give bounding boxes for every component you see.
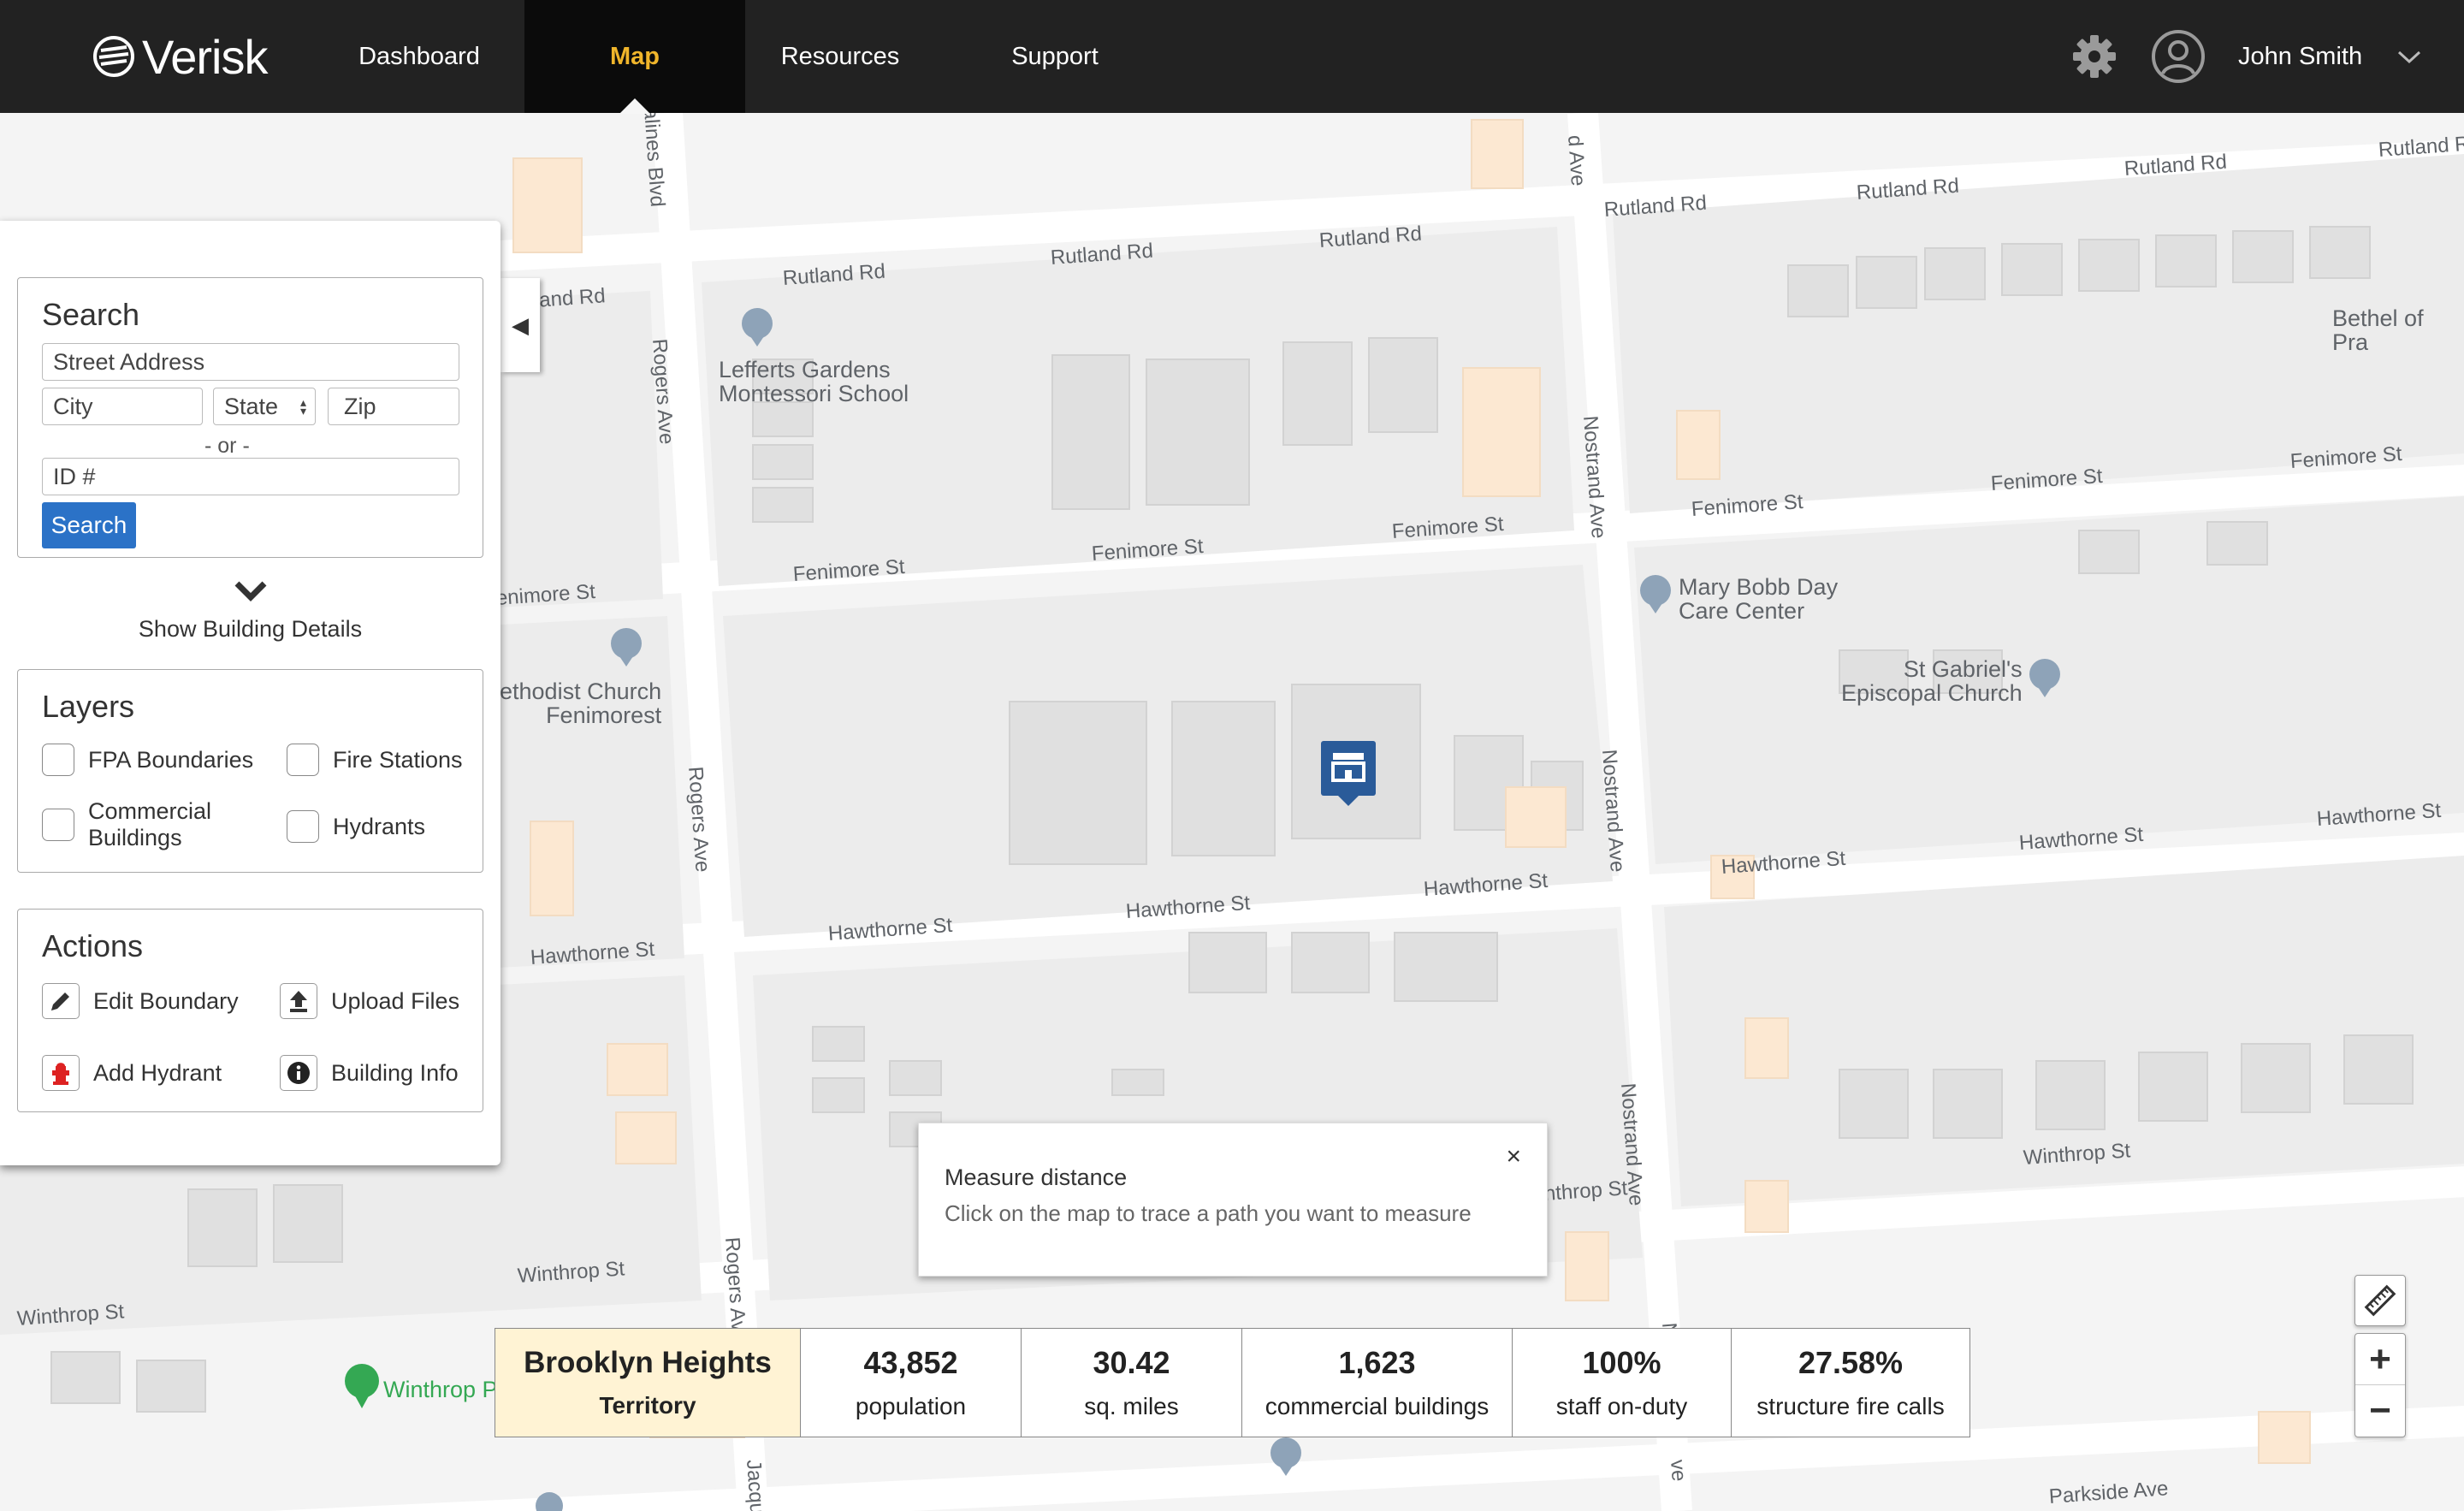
measure-tooltip: Measure distance Click on the map to tra… xyxy=(918,1123,1548,1277)
zip-input[interactable]: Zip xyxy=(328,388,459,425)
action-label: Add Hydrant xyxy=(93,1059,222,1086)
pencil-icon xyxy=(42,983,80,1019)
layer-label: FPA Boundaries xyxy=(88,746,254,773)
info-icon xyxy=(280,1055,317,1091)
brand-name: Verisk xyxy=(142,29,268,84)
triangle-left-icon: ◀ xyxy=(512,311,529,338)
territory-stats-bar: Brooklyn Heights Territory 43,852 popula… xyxy=(495,1328,1970,1437)
hydrant-icon xyxy=(42,1055,80,1091)
ruler-icon xyxy=(2364,1284,2396,1317)
verisk-logo-icon xyxy=(93,36,134,77)
user-circle-icon xyxy=(2152,30,2205,83)
layer-label: Fire Stations xyxy=(333,746,463,773)
layers-box: Layers FPA Boundaries Fire Stations Comm… xyxy=(17,669,483,873)
poi-label: Bethel of Pra xyxy=(2332,305,2424,355)
upload-files-button[interactable]: Upload Files xyxy=(280,983,459,1019)
street-label: Jacque xyxy=(742,1459,770,1511)
actions-box: Actions Edit Boundary Upload Files Add H… xyxy=(17,909,483,1112)
stat-label: staff on-duty xyxy=(1555,1393,1688,1419)
layer-label: Hydrants xyxy=(333,813,426,839)
stat-label: population xyxy=(855,1393,967,1419)
layer-commercial-buildings[interactable]: Commercial Buildings xyxy=(42,798,234,851)
user-name: John Smith xyxy=(2238,42,2363,70)
search-button[interactable]: Search xyxy=(42,502,136,548)
stat-value: 43,852 xyxy=(863,1345,958,1380)
tooltip-title: Measure distance xyxy=(945,1164,1128,1190)
poi-label: Winthrop P xyxy=(383,1377,498,1402)
layer-label: Commercial Buildings xyxy=(88,798,212,850)
user-avatar[interactable] xyxy=(2151,0,2206,113)
stat-population: 43,852 population xyxy=(800,1329,1021,1437)
building-info-button[interactable]: Building Info xyxy=(280,1055,459,1091)
select-arrows-icon: ▴ ▾ xyxy=(299,395,306,418)
nav-map[interactable]: Map xyxy=(524,0,745,114)
collapse-panel-button[interactable]: ◀ xyxy=(500,278,540,372)
territory-cell[interactable]: Brooklyn Heights Territory xyxy=(495,1329,800,1437)
layer-fire-stations[interactable]: Fire Stations xyxy=(287,744,463,776)
zoom-out-button[interactable]: − xyxy=(2355,1385,2405,1437)
gear-icon xyxy=(2073,35,2116,78)
edit-boundary-button[interactable]: Edit Boundary xyxy=(42,983,239,1019)
action-label: Upload Files xyxy=(331,987,460,1014)
nav-dashboard[interactable]: Dashboard xyxy=(341,0,498,113)
territory-label: Territory xyxy=(599,1392,696,1419)
stat-label: sq. miles xyxy=(1084,1393,1179,1419)
upload-icon xyxy=(280,983,317,1019)
street-label: land Rd xyxy=(534,284,607,312)
poi-label: Mary Bobb Day Care Center xyxy=(1679,574,1839,624)
stat-structure-fire-calls: 27.58% structure fire calls xyxy=(1731,1329,1969,1437)
show-building-details-label: Show Building Details xyxy=(138,616,363,642)
street-label: d Ave xyxy=(1563,134,1590,187)
stat-area: 30.42 sq. miles xyxy=(1021,1329,1241,1437)
territory-name: Brooklyn Heights xyxy=(524,1346,772,1379)
street-address-input[interactable]: Street Address xyxy=(42,343,459,381)
measure-distance-button[interactable] xyxy=(2354,1275,2406,1326)
action-label: Building Info xyxy=(331,1059,459,1086)
street-label: ve xyxy=(1666,1459,1691,1483)
layers-title: Layers xyxy=(42,689,135,724)
close-icon[interactable]: × xyxy=(1506,1142,1521,1171)
zoom-controls: + − xyxy=(2354,1333,2406,1437)
search-box: Search Street Address City State ▴ ▾ Zip … xyxy=(17,277,483,558)
chevron-down-icon xyxy=(2398,50,2421,64)
search-title: Search xyxy=(42,297,140,332)
left-panel: Search Street Address City State ▴ ▾ Zip … xyxy=(0,221,500,1165)
actions-title: Actions xyxy=(42,928,144,963)
add-hydrant-button[interactable]: Add Hydrant xyxy=(42,1055,222,1091)
nav-support[interactable]: Support xyxy=(984,0,1126,113)
checkbox[interactable] xyxy=(42,744,74,776)
show-building-details-toggle[interactable]: Show Building Details xyxy=(0,580,500,657)
top-nav: Verisk Dashboard Map Resources Support J… xyxy=(0,0,2464,114)
stat-commercial-buildings: 1,623 commercial buildings xyxy=(1241,1329,1512,1437)
stat-value: 30.42 xyxy=(1093,1345,1170,1380)
poi-label: Lefferts Gardens Montessori School xyxy=(719,357,909,406)
city-input[interactable]: City xyxy=(42,388,203,425)
checkbox[interactable] xyxy=(42,809,74,841)
layer-fpa-boundaries[interactable]: FPA Boundaries xyxy=(42,744,253,776)
layer-hydrants[interactable]: Hydrants xyxy=(287,810,425,843)
stat-label: commercial buildings xyxy=(1265,1393,1490,1419)
checkbox[interactable] xyxy=(287,744,319,776)
poi-label: ethodist Church Fenimorest xyxy=(500,678,662,728)
zoom-in-button[interactable]: + xyxy=(2355,1334,2405,1385)
action-label: Edit Boundary xyxy=(93,987,239,1014)
stat-staff-on-duty: 100% staff on-duty xyxy=(1512,1329,1731,1437)
tooltip-body: Click on the map to trace a path you wan… xyxy=(945,1200,1472,1226)
or-divider: - or - xyxy=(204,434,250,458)
stat-value: 27.58% xyxy=(1798,1345,1904,1380)
state-select[interactable]: State ▴ ▾ xyxy=(213,388,316,425)
checkbox[interactable] xyxy=(287,810,319,843)
poi-label: St Gabriel's Episcopal Church xyxy=(1841,656,2023,706)
chevron-down-icon xyxy=(234,581,266,601)
state-select-value: State xyxy=(224,393,279,419)
user-menu[interactable]: John Smith xyxy=(2238,0,2422,113)
id-input[interactable]: ID # xyxy=(42,458,459,495)
settings-button[interactable] xyxy=(2070,0,2118,113)
stat-value: 1,623 xyxy=(1338,1345,1416,1380)
stat-label: structure fire calls xyxy=(1756,1393,1945,1419)
nav-resources[interactable]: Resources xyxy=(761,0,919,113)
verisk-logo[interactable]: Verisk xyxy=(92,29,268,84)
stat-value: 100% xyxy=(1582,1345,1661,1380)
